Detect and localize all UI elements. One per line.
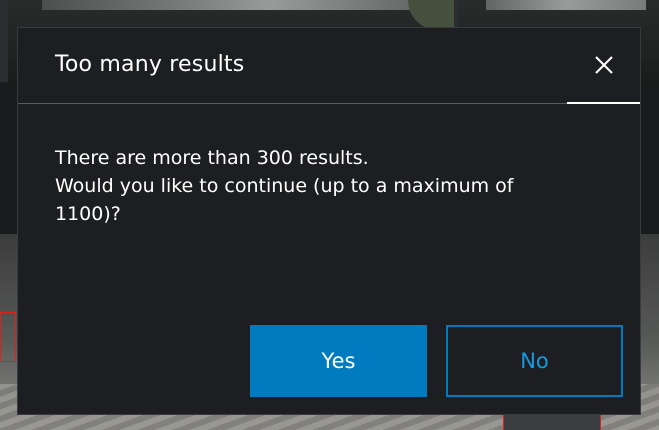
dialog-title: Too many results: [55, 52, 245, 77]
no-button[interactable]: No: [446, 325, 623, 397]
dialog-message: There are more than 300 results. Would y…: [55, 144, 595, 228]
message-line: 1100)?: [55, 203, 121, 225]
detection-box: [0, 312, 16, 362]
message-line: Would you like to continue (up to a maxi…: [55, 175, 514, 197]
close-icon[interactable]: [594, 55, 614, 75]
too-many-results-dialog: Too many results There are more than 300…: [17, 27, 641, 415]
dialog-header: Too many results: [18, 28, 640, 104]
close-button[interactable]: [567, 28, 640, 104]
close-button-indicator: [567, 102, 640, 104]
message-line: There are more than 300 results.: [55, 147, 369, 169]
yes-button[interactable]: Yes: [250, 325, 427, 397]
